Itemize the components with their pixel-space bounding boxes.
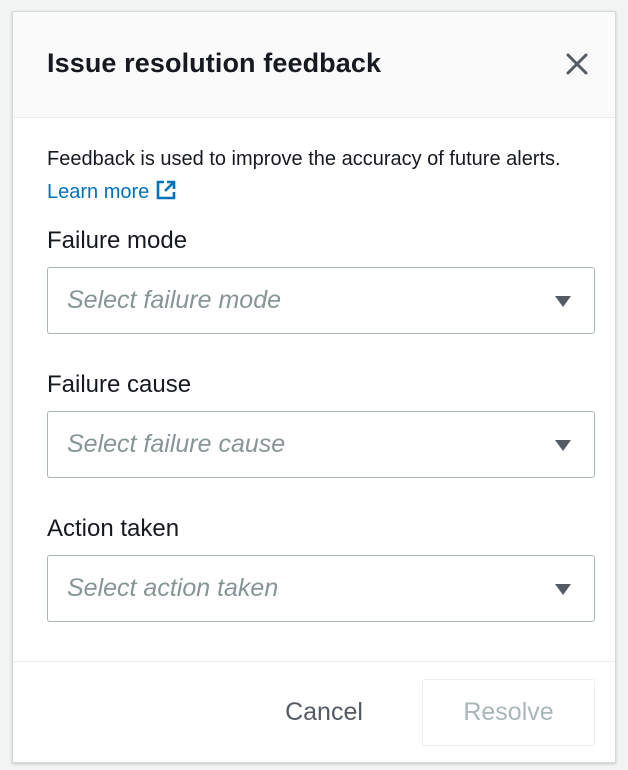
action-taken-label: Action taken (47, 515, 180, 542)
failure-mode-label: Failure mode (47, 227, 188, 254)
learn-more-label: Learn more (47, 181, 150, 203)
dialog-title: Issue resolution feedback (47, 48, 382, 78)
failure-cause-label: Failure cause (47, 371, 192, 398)
description-text: Feedback is used to improve the accuracy… (47, 148, 561, 170)
close-icon (566, 53, 588, 75)
resolve-button[interactable]: Resolve (422, 679, 595, 746)
feedback-dialog: Issue resolution feedback Feedback is us… (12, 11, 616, 763)
cancel-button[interactable]: Cancel (269, 678, 379, 746)
caret-down-icon (555, 296, 571, 307)
dialog-footer: Cancel Resolve (13, 661, 615, 762)
dialog-header: Issue resolution feedback (13, 12, 615, 118)
failure-cause-placeholder: Select failure cause (67, 430, 286, 458)
failure-mode-placeholder: Select failure mode (67, 286, 282, 314)
caret-down-icon (555, 584, 571, 595)
failure-cause-field: Failure cause Select failure cause (47, 368, 595, 478)
dialog-body: Feedback is used to improve the accuracy… (13, 143, 615, 622)
caret-down-icon (555, 440, 571, 451)
failure-mode-field: Failure mode Select failure mode (47, 224, 595, 334)
action-taken-field: Action taken Select action taken (47, 512, 595, 622)
close-button[interactable] (561, 48, 593, 80)
failure-mode-select[interactable]: Select failure mode (47, 267, 595, 334)
external-link-icon (156, 180, 176, 200)
action-taken-select[interactable]: Select action taken (47, 555, 595, 622)
learn-more-link[interactable]: Learn more (47, 180, 177, 203)
dialog-description: Feedback is used to improve the accuracy… (47, 143, 607, 209)
failure-cause-select[interactable]: Select failure cause (47, 411, 595, 478)
action-taken-placeholder: Select action taken (67, 574, 279, 602)
